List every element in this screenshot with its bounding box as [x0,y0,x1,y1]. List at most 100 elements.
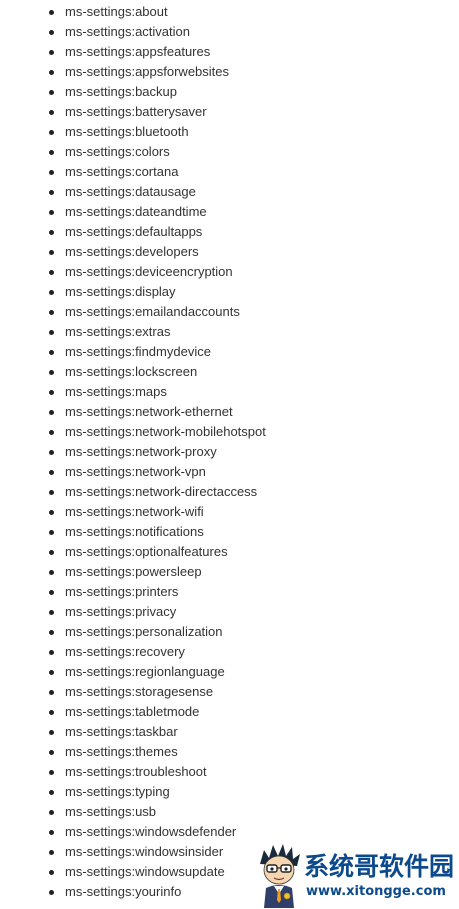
list-item: ms-settings:powersleep [0,562,459,582]
settings-uri-text: ms-settings:usb [65,804,157,819]
list-item: ms-settings:windowsdefender [0,822,459,842]
bullet-icon [49,130,54,135]
settings-uri-text: ms-settings:themes [65,744,178,759]
settings-uri-text: ms-settings:colors [65,144,170,159]
settings-uri-text: ms-settings:windowsdefender [65,824,237,839]
bullet-icon [49,810,54,815]
list-item: ms-settings:maps [0,382,459,402]
bullet-icon [49,790,54,795]
settings-uri-text: ms-settings:backup [65,84,177,99]
settings-uri-text: ms-settings:appsforwebsites [65,64,230,79]
list-item: ms-settings:privacy [0,602,459,622]
bullet-icon [49,30,54,35]
list-item: ms-settings:batterysaver [0,102,459,122]
settings-uri-text: ms-settings:network-wifi [65,504,204,519]
bullet-icon [49,550,54,555]
bullet-icon [49,630,54,635]
settings-uri-text: ms-settings:optionalfeatures [65,544,228,559]
list-item: ms-settings:troubleshoot [0,762,459,782]
list-item: ms-settings:notifications [0,522,459,542]
bullet-icon [49,350,54,355]
bullet-icon [49,50,54,55]
bullet-icon [49,530,54,535]
bullet-icon [49,670,54,675]
bullet-icon [49,110,54,115]
brand-url: www.xitongge.com [306,884,446,899]
settings-uri-text: ms-settings:printers [65,584,179,599]
settings-uri-list: ms-settings:about ms-settings:activation m… [0,2,459,902]
watermark-logo: 系统哥软件园 www.xitongge.com [254,842,459,908]
settings-uri-text: ms-settings:batterysaver [65,104,207,119]
list-item: ms-settings:themes [0,742,459,762]
bullet-icon [49,890,54,895]
list-item: ms-settings:extras [0,322,459,342]
list-item: ms-settings:activation [0,22,459,42]
bullet-icon [49,370,54,375]
list-item: ms-settings:recovery [0,642,459,662]
settings-uri-text: ms-settings:about [65,4,168,19]
list-item: ms-settings:network-directaccess [0,482,459,502]
list-item: ms-settings:personalization [0,622,459,642]
settings-uri-text: ms-settings:network-mobilehotspot [65,424,266,439]
bullet-icon [49,450,54,455]
settings-uri-text: ms-settings:windowsinsider [65,844,224,859]
bullet-icon [49,410,54,415]
settings-uri-text: ms-settings:notifications [65,524,204,539]
settings-uri-text: ms-settings:powersleep [65,564,202,579]
settings-uri-text: ms-settings:tabletmode [65,704,200,719]
list-item: ms-settings:cortana [0,162,459,182]
list-item: ms-settings:appsfeatures [0,42,459,62]
settings-uri-text: ms-settings:regionlanguage [65,664,225,679]
settings-uri-text: ms-settings:activation [65,24,190,39]
settings-uri-text: ms-settings:bluetooth [65,124,189,139]
bullet-icon [49,430,54,435]
bullet-icon [49,770,54,775]
settings-uri-text: ms-settings:extras [65,324,171,339]
list-item: ms-settings:usb [0,802,459,822]
settings-uri-text: ms-settings:storagesense [65,684,214,699]
bullet-icon [49,70,54,75]
bullet-icon [49,750,54,755]
bullet-icon [49,230,54,235]
settings-uri-text: ms-settings:windowsupdate [65,864,225,879]
list-item: ms-settings:lockscreen [0,362,459,382]
list-item: ms-settings:display [0,282,459,302]
bullet-icon [49,610,54,615]
bullet-icon [49,690,54,695]
bullet-icon [49,150,54,155]
bullet-icon [49,90,54,95]
bullet-icon [49,490,54,495]
bullet-icon [49,210,54,215]
settings-uri-text: ms-settings:network-proxy [65,444,217,459]
list-item: ms-settings:taskbar [0,722,459,742]
settings-uri-text: ms-settings:troubleshoot [65,764,207,779]
list-item: ms-settings:about [0,2,459,22]
bullet-icon [49,570,54,575]
list-item: ms-settings:bluetooth [0,122,459,142]
settings-uri-text: ms-settings:taskbar [65,724,178,739]
list-item: ms-settings:emailandaccounts [0,302,459,322]
settings-uri-text: ms-settings:network-directaccess [65,484,258,499]
list-item: ms-settings:network-ethernet [0,402,459,422]
list-item: ms-settings:network-proxy [0,442,459,462]
settings-uri-text: ms-settings:recovery [65,644,185,659]
settings-uri-text: ms-settings:yourinfo [65,884,182,899]
bullet-icon [49,190,54,195]
bullet-icon [49,390,54,395]
settings-uri-text: ms-settings:defaultapps [65,224,203,239]
list-item: ms-settings:deviceencryption [0,262,459,282]
list-item: ms-settings:dateandtime [0,202,459,222]
settings-uri-text: ms-settings:maps [65,384,167,399]
list-item: ms-settings:printers [0,582,459,602]
list-item: ms-settings:network-vpn [0,462,459,482]
settings-uri-text: ms-settings:cortana [65,164,179,179]
settings-uri-text: ms-settings:emailandaccounts [65,304,240,319]
list-item: ms-settings:developers [0,242,459,262]
settings-uri-text: ms-settings:privacy [65,604,177,619]
settings-uri-text: ms-settings:dateandtime [65,204,207,219]
bullet-icon [49,710,54,715]
bullet-icon [49,850,54,855]
list-item: ms-settings:regionlanguage [0,662,459,682]
bullet-icon [49,250,54,255]
bullet-icon [49,870,54,875]
